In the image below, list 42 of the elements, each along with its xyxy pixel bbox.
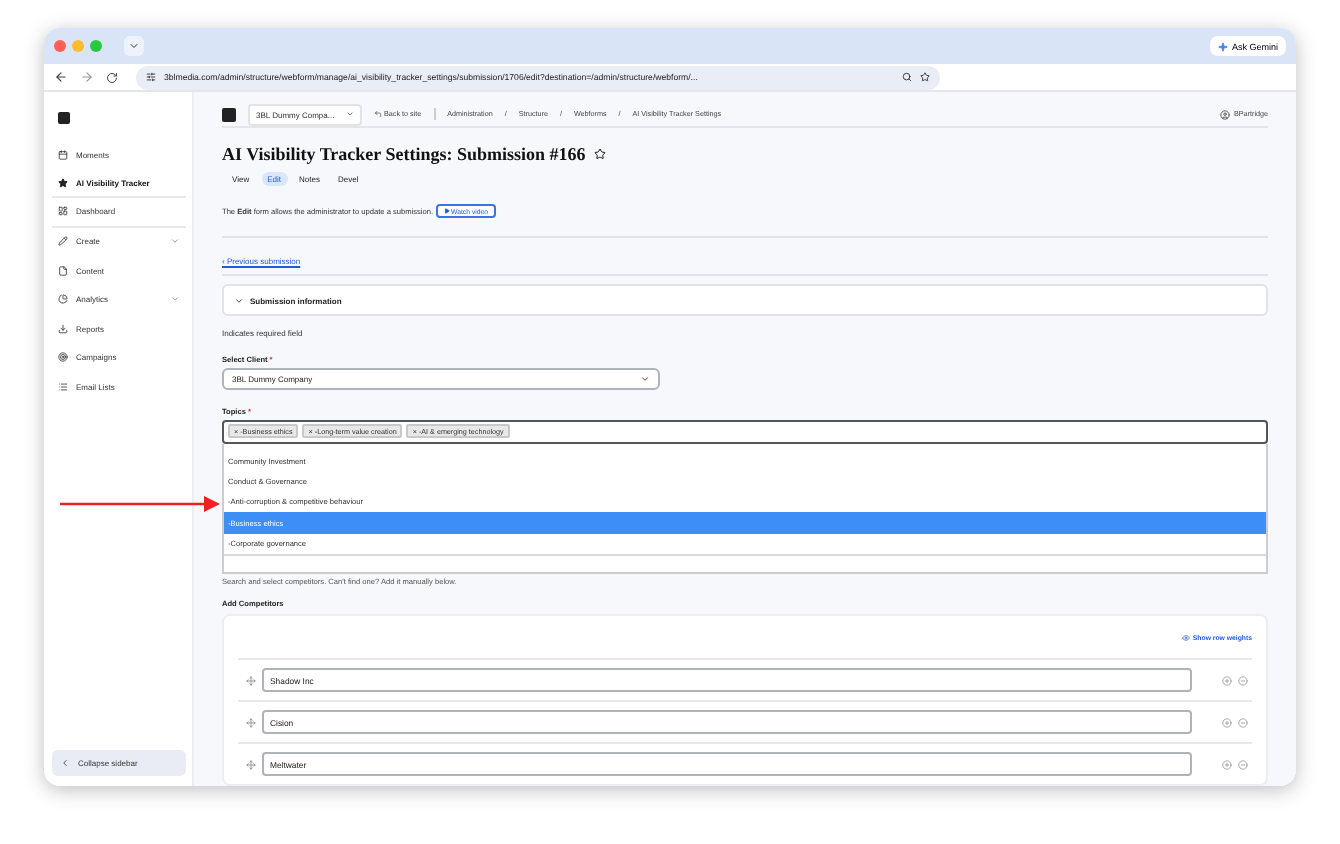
star-icon — [58, 177, 68, 188]
remove-icon — [1238, 675, 1248, 685]
site-logo-icon — [222, 107, 236, 121]
back-icon — [54, 70, 68, 84]
eye-icon — [1182, 634, 1191, 642]
logo-icon — [58, 112, 70, 124]
calendar-icon — [58, 149, 68, 160]
chevron-icon — [170, 236, 180, 247]
pie-chart-icon — [58, 294, 68, 305]
remove-icon — [1238, 759, 1248, 769]
target-icon — [58, 352, 68, 363]
minimize-button[interactable] — [72, 40, 84, 52]
search-icon — [902, 72, 912, 82]
list-icon — [58, 381, 68, 392]
drag-handle-icon — [246, 675, 256, 685]
add-icon — [1222, 717, 1232, 727]
chevron-icon — [170, 294, 180, 305]
download-icon — [58, 323, 68, 334]
close-button[interactable] — [54, 40, 66, 52]
dashboard-icon — [58, 206, 68, 217]
chevron-icon — [234, 295, 244, 306]
drag-handle-icon — [246, 717, 256, 727]
tab-list-button[interactable] — [124, 36, 144, 56]
remove-icon — [1238, 717, 1248, 727]
return-arrow-icon — [374, 110, 382, 118]
play-icon — [443, 208, 450, 215]
chevron-icon — [128, 40, 140, 52]
user-icon — [1220, 109, 1231, 119]
forward-icon — [80, 70, 94, 84]
page-title: AI Visibility Tracker Settings: Submission #166 — [222, 144, 586, 164]
maximize-button[interactable] — [90, 40, 102, 52]
bookmark-star-icon — [920, 72, 930, 82]
star-icon — [593, 148, 606, 160]
pencil-icon — [58, 236, 68, 247]
document-icon — [58, 265, 68, 276]
chevron-left-icon — [60, 758, 70, 768]
add-icon — [1222, 759, 1232, 769]
reload-icon — [106, 71, 118, 83]
add-icon — [1222, 675, 1232, 685]
site-settings-icon — [146, 72, 156, 82]
chevron-icon — [640, 374, 650, 385]
drag-handle-icon — [246, 759, 256, 769]
